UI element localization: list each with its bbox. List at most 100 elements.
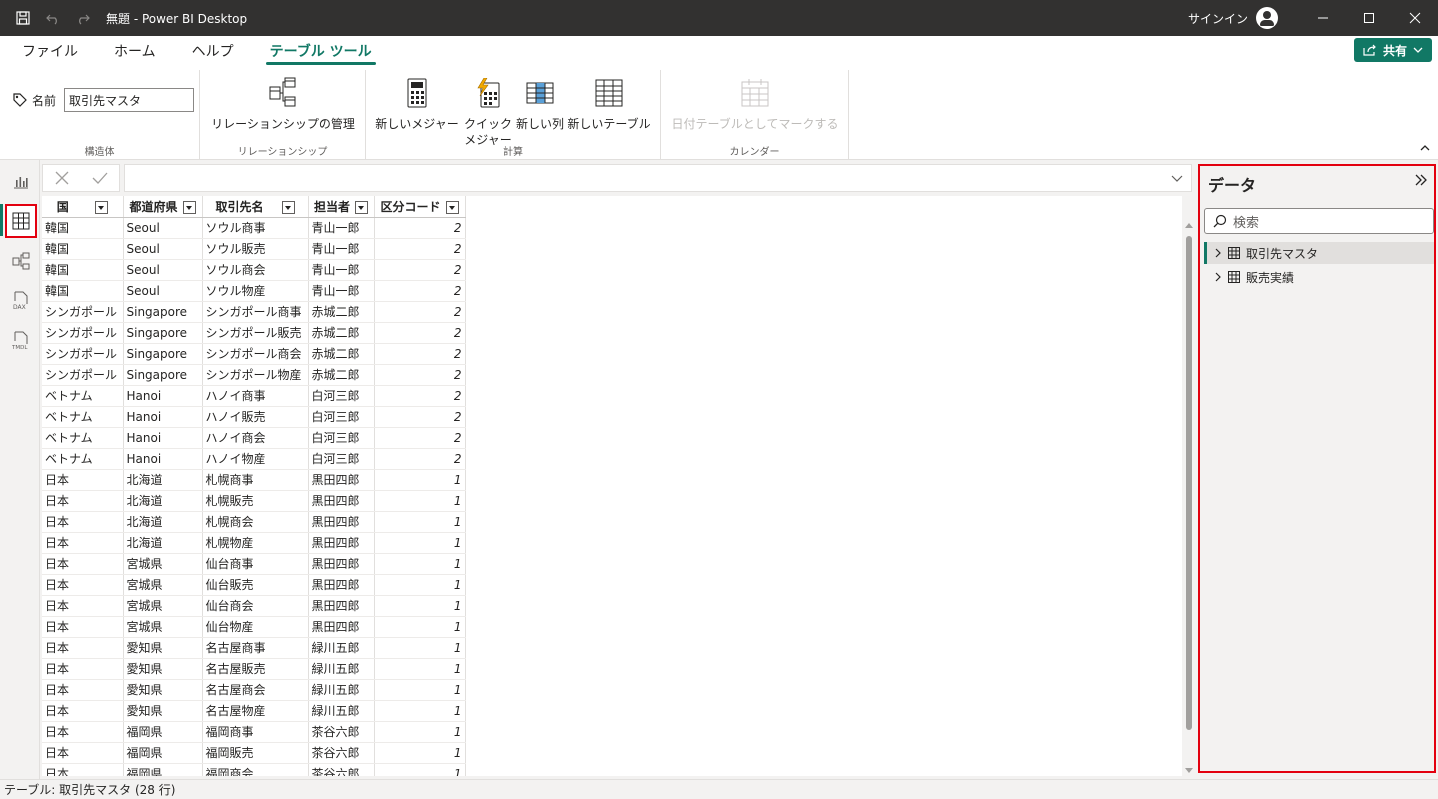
table-cell[interactable]: 1	[374, 721, 466, 743]
table-cell[interactable]: 日本	[42, 532, 124, 554]
minimize-button[interactable]	[1300, 0, 1346, 36]
table-cell[interactable]: 黒田四郎	[308, 469, 375, 491]
table-cell[interactable]: ベトナム	[42, 427, 124, 449]
filter-dropdown-icon[interactable]	[445, 200, 459, 214]
table-cell[interactable]: 赤城二郎	[308, 301, 375, 323]
table-cell[interactable]: 日本	[42, 511, 124, 533]
table-cell[interactable]: 黒田四郎	[308, 553, 375, 575]
table-cell[interactable]: 黒田四郎	[308, 574, 375, 596]
table-cell[interactable]: シンガポール	[42, 343, 124, 365]
table-cell[interactable]: ベトナム	[42, 406, 124, 428]
redo-icon[interactable]	[68, 0, 98, 36]
table-cell[interactable]: Singapore	[123, 301, 203, 323]
table-cell[interactable]: 日本	[42, 637, 124, 659]
column-header-country[interactable]: 国	[42, 196, 124, 218]
table-cell[interactable]: 1	[374, 637, 466, 659]
table-view-icon[interactable]	[5, 204, 37, 238]
table-cell[interactable]: Seoul	[123, 280, 203, 302]
table-cell[interactable]: 1	[374, 574, 466, 596]
chevron-right-icon[interactable]	[1214, 272, 1222, 282]
table-cell[interactable]: 北海道	[123, 532, 203, 554]
table-cell[interactable]: ハノイ商会	[202, 427, 309, 449]
tab-file[interactable]: ファイル	[0, 36, 96, 66]
table-cell[interactable]: 札幌商事	[202, 469, 309, 491]
table-cell[interactable]: 1	[374, 616, 466, 638]
cancel-formula-icon[interactable]	[54, 170, 70, 186]
table-cell[interactable]: 韓国	[42, 280, 124, 302]
table-cell[interactable]: Hanoi	[123, 448, 203, 470]
table-cell[interactable]: 1	[374, 553, 466, 575]
tab-table-tools[interactable]: テーブル ツール	[252, 36, 390, 66]
table-cell[interactable]: Singapore	[123, 364, 203, 386]
table-row[interactable]: 日本 宮城県 仙台商会 黒田四郎 1	[42, 595, 466, 617]
table-cell[interactable]: 1	[374, 511, 466, 533]
table-cell[interactable]: 茶谷六郎	[308, 721, 375, 743]
dax-query-view-icon[interactable]: DAX	[6, 286, 36, 316]
table-cell[interactable]: 愛知県	[123, 637, 203, 659]
table-cell[interactable]: 福岡県	[123, 721, 203, 743]
avatar-icon[interactable]	[1256, 7, 1278, 29]
table-cell[interactable]: Seoul	[123, 217, 203, 239]
table-cell[interactable]: 赤城二郎	[308, 364, 375, 386]
table-cell[interactable]: 愛知県	[123, 679, 203, 701]
table-cell[interactable]: 赤城二郎	[308, 343, 375, 365]
commit-formula-icon[interactable]	[91, 170, 109, 186]
table-cell[interactable]: 日本	[42, 742, 124, 764]
collapse-pane-icon[interactable]	[1414, 174, 1428, 189]
table-cell[interactable]: 宮城県	[123, 553, 203, 575]
table-cell[interactable]: 緑川五郎	[308, 658, 375, 680]
table-cell[interactable]: ソウル商事	[202, 217, 309, 239]
table-cell[interactable]: Hanoi	[123, 385, 203, 407]
save-icon[interactable]	[8, 0, 38, 36]
table-cell[interactable]: 愛知県	[123, 658, 203, 680]
table-cell[interactable]: 仙台商事	[202, 553, 309, 575]
table-cell[interactable]: 1	[374, 595, 466, 617]
table-cell[interactable]: 宮城県	[123, 595, 203, 617]
table-cell[interactable]: 2	[374, 280, 466, 302]
table-cell[interactable]: シンガポール	[42, 301, 124, 323]
table-cell[interactable]: 韓国	[42, 217, 124, 239]
table-cell[interactable]: Hanoi	[123, 427, 203, 449]
table-cell[interactable]: 2	[374, 427, 466, 449]
table-cell[interactable]: 名古屋商事	[202, 637, 309, 659]
table-cell[interactable]: 2	[374, 364, 466, 386]
table-cell[interactable]: 1	[374, 679, 466, 701]
table-cell[interactable]: 日本	[42, 763, 124, 776]
filter-dropdown-icon[interactable]	[355, 200, 368, 214]
table-cell[interactable]: 1	[374, 742, 466, 764]
table-cell[interactable]: 1	[374, 469, 466, 491]
data-search-input[interactable]: 検索	[1204, 208, 1434, 234]
table-cell[interactable]: シンガポール商会	[202, 343, 309, 365]
table-cell[interactable]: 黒田四郎	[308, 511, 375, 533]
table-cell[interactable]: 茶谷六郎	[308, 763, 375, 776]
table-cell[interactable]: 白河三郎	[308, 448, 375, 470]
model-view-icon[interactable]	[6, 246, 36, 276]
table-cell[interactable]: 1	[374, 763, 466, 776]
filter-dropdown-icon[interactable]	[281, 200, 295, 214]
table-cell[interactable]: 1	[374, 532, 466, 554]
table-row[interactable]: 日本 愛知県 名古屋販売 緑川五郎 1	[42, 658, 466, 680]
table-cell[interactable]: 2	[374, 301, 466, 323]
table-cell[interactable]: 2	[374, 406, 466, 428]
table-cell[interactable]: シンガポール	[42, 364, 124, 386]
table-row[interactable]: シンガポール Singapore シンガポール商事 赤城二郎 2	[42, 301, 466, 323]
quick-measure-button[interactable]: クイック メジャー	[458, 78, 518, 148]
table-cell[interactable]: 青山一郎	[308, 217, 375, 239]
table-cell[interactable]: 黒田四郎	[308, 532, 375, 554]
table-row[interactable]: 日本 北海道 札幌販売 黒田四郎 1	[42, 490, 466, 512]
share-button[interactable]: 共有	[1354, 38, 1432, 62]
table-cell[interactable]: 日本	[42, 658, 124, 680]
table-cell[interactable]: 日本	[42, 700, 124, 722]
table-cell[interactable]: 日本	[42, 490, 124, 512]
table-cell[interactable]: 宮城県	[123, 616, 203, 638]
chevron-right-icon[interactable]	[1214, 248, 1222, 258]
table-cell[interactable]: 黒田四郎	[308, 616, 375, 638]
table-row[interactable]: 日本 北海道 札幌商事 黒田四郎 1	[42, 469, 466, 491]
tab-help[interactable]: ヘルプ	[174, 36, 252, 66]
table-cell[interactable]: ハノイ商事	[202, 385, 309, 407]
table-cell[interactable]: 日本	[42, 616, 124, 638]
table-cell[interactable]: 北海道	[123, 511, 203, 533]
table-row[interactable]: 日本 愛知県 名古屋商事 緑川五郎 1	[42, 637, 466, 659]
table-cell[interactable]: 日本	[42, 469, 124, 491]
table-cell[interactable]: Seoul	[123, 259, 203, 281]
